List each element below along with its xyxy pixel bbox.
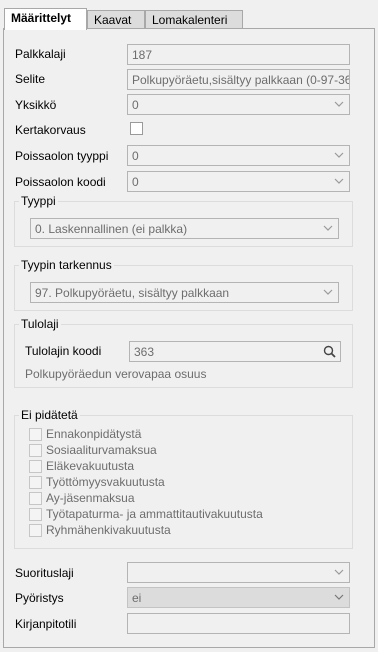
ay-jasenmaksu-checkbox[interactable] bbox=[29, 492, 42, 505]
tyyppi-value: 0. Laskennallinen (ei palkka) bbox=[35, 222, 188, 236]
option-label: Työtapaturma- ja ammattitautivakuutusta bbox=[46, 507, 263, 521]
tulolaji-group: Tulolaji Tulolajin koodi 363 Polkupyöräe… bbox=[14, 317, 353, 388]
kertakorvaus-label: Kertakorvaus bbox=[15, 123, 86, 137]
palkkalaji-label: Palkkalaji bbox=[15, 47, 66, 61]
suorituslaji-select[interactable] bbox=[127, 562, 350, 583]
selite-label: Selite bbox=[15, 72, 46, 86]
chevron-down-icon bbox=[334, 152, 344, 158]
yksikko-label: Yksikkö bbox=[15, 98, 57, 112]
kertakorvaus-checkbox[interactable] bbox=[130, 122, 143, 135]
option-label: Ennakonpidätystä bbox=[46, 427, 142, 441]
poissaolon-tyyppi-label: Poissaolon tyyppi bbox=[15, 149, 109, 163]
palkkalaji-field: 187 bbox=[127, 44, 350, 65]
poissaolon-koodi-select[interactable]: 0 bbox=[127, 171, 350, 192]
selite-value: Polkupyöräetu,sisältyy palkkaan (0-97-36… bbox=[132, 73, 350, 87]
option-label: Sosiaaliturvamaksua bbox=[46, 443, 157, 457]
kirjanpitotili-field[interactable] bbox=[127, 613, 350, 634]
option-label: Ryhmähenkivakuutusta bbox=[46, 523, 171, 537]
search-icon[interactable] bbox=[323, 345, 336, 358]
option-label: Eläkevakuutusta bbox=[46, 459, 135, 473]
option-label: Ay-jäsenmaksua bbox=[46, 491, 135, 505]
suorituslaji-label: Suorituslaji bbox=[15, 566, 74, 580]
poissaolon-koodi-label: Poissaolon koodi bbox=[15, 175, 106, 189]
tyyppi-group-title: Tyyppi bbox=[19, 194, 58, 208]
tyypin-tarkennus-group-title: Tyypin tarkennus bbox=[19, 258, 114, 272]
kirjanpitotili-label: Kirjanpitotili bbox=[15, 617, 77, 631]
tulolajin-koodi-label: Tulolajin koodi bbox=[25, 344, 102, 358]
palkkalaji-value: 187 bbox=[132, 48, 153, 62]
option-label: Työttömyysvakuutusta bbox=[46, 475, 165, 489]
tab-label: Lomakalenteri bbox=[152, 13, 228, 27]
sosiaaliturvamaksu-checkbox[interactable] bbox=[29, 444, 42, 457]
tyyppi-group: Tyyppi 0. Laskennallinen (ei palkka) bbox=[14, 194, 353, 247]
chevron-down-icon bbox=[334, 594, 344, 600]
tulolajin-koodi-value: 363 bbox=[134, 345, 155, 359]
ryhmahenkivakuutus-checkbox[interactable] bbox=[29, 524, 42, 537]
chevron-down-icon bbox=[334, 178, 344, 184]
pyoristys-select[interactable]: ei bbox=[127, 587, 350, 608]
chevron-down-icon bbox=[334, 569, 344, 575]
tab-label: Kaavat bbox=[94, 13, 132, 27]
tyypin-tarkennus-value: 97. Polkupyöräetu, sisältyy palkkaan bbox=[35, 286, 230, 300]
tyottomyysvakuutus-checkbox[interactable] bbox=[29, 476, 42, 489]
tyyppi-select[interactable]: 0. Laskennallinen (ei palkka) bbox=[30, 218, 339, 239]
tulolaji-description: Polkupyöräedun verovapaa osuus bbox=[25, 367, 207, 381]
tab-label: Määrittelyt bbox=[11, 11, 72, 25]
chevron-down-icon bbox=[323, 289, 333, 295]
pyoristys-label: Pyöristys bbox=[15, 591, 64, 605]
ei-pidateta-group-title: Ei pidätetä bbox=[19, 408, 80, 422]
yksikko-value: 0 bbox=[132, 98, 139, 112]
tulolajin-koodi-field[interactable]: 363 bbox=[129, 341, 341, 362]
chevron-down-icon bbox=[334, 101, 344, 107]
poissaolon-koodi-value: 0 bbox=[132, 175, 139, 189]
tyotapaturmavakuutus-checkbox[interactable] bbox=[29, 508, 42, 521]
tab-lomakalenteri[interactable]: Lomakalenteri bbox=[145, 10, 243, 29]
ennakonpidatys-checkbox[interactable] bbox=[29, 428, 42, 441]
tyypin-tarkennus-select[interactable]: 97. Polkupyöräetu, sisältyy palkkaan bbox=[30, 282, 339, 303]
poissaolon-tyyppi-value: 0 bbox=[132, 149, 139, 163]
chevron-down-icon bbox=[323, 225, 333, 231]
ei-pidateta-group: Ei pidätetä Ennakonpidätystä Sosiaalitur… bbox=[14, 408, 353, 549]
tab-maarittelyt[interactable]: Määrittelyt bbox=[4, 8, 87, 30]
yksikko-select[interactable]: 0 bbox=[127, 94, 350, 115]
pyoristys-value: ei bbox=[132, 591, 142, 605]
poissaolon-tyyppi-select[interactable]: 0 bbox=[127, 145, 350, 166]
tab-kaavat[interactable]: Kaavat bbox=[87, 10, 145, 29]
elakevakuutus-checkbox[interactable] bbox=[29, 460, 42, 473]
selite-field: Polkupyöräetu,sisältyy palkkaan (0-97-36… bbox=[127, 69, 350, 90]
tulolaji-group-title: Tulolaji bbox=[19, 317, 61, 331]
definitions-panel: Palkkalaji 187 Selite Polkupyöräetu,sisä… bbox=[3, 28, 375, 648]
tyypin-tarkennus-group: Tyypin tarkennus 97. Polkupyöräetu, sisä… bbox=[14, 258, 353, 311]
